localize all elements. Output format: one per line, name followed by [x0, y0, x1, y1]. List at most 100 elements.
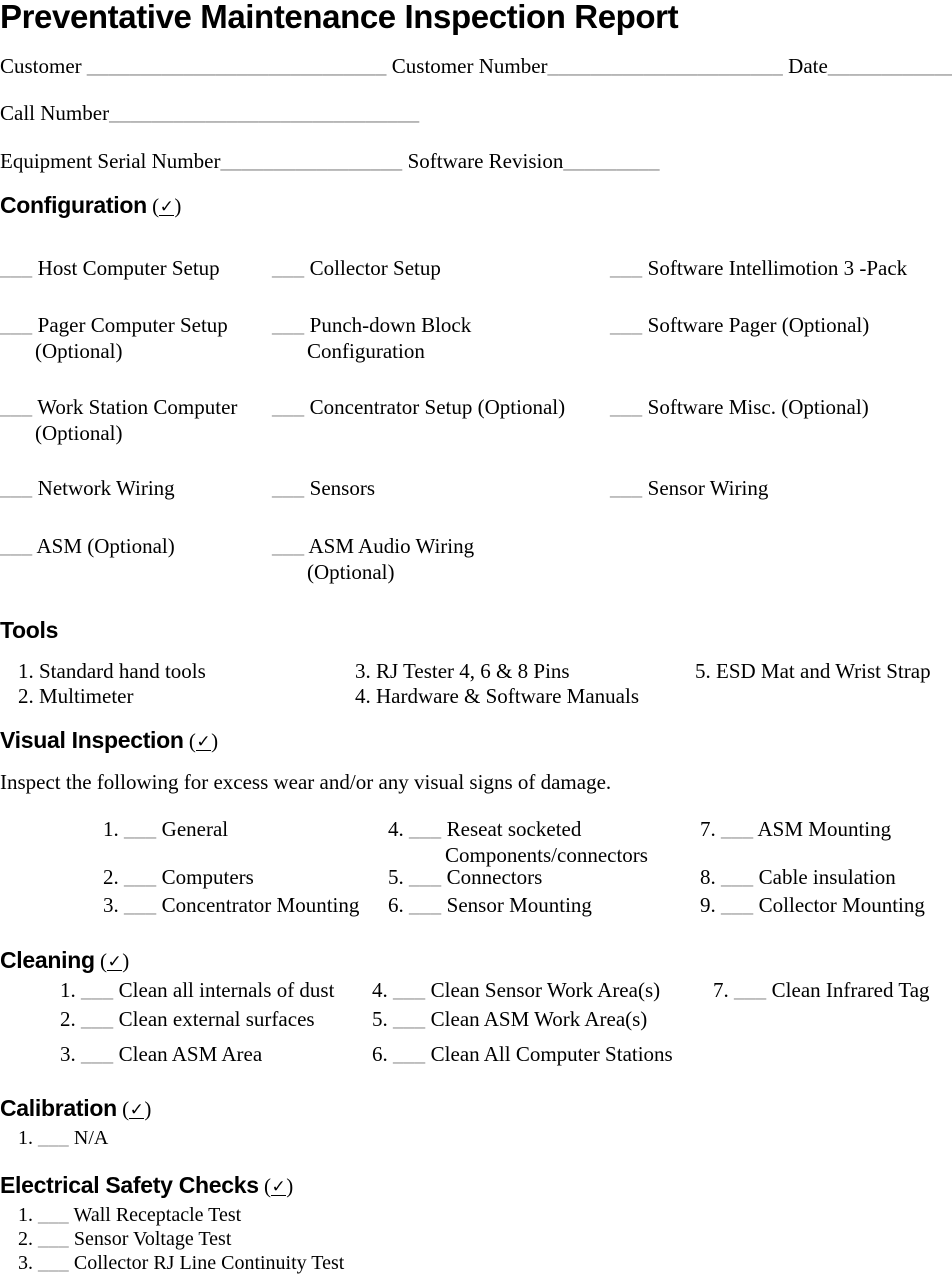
tools-heading-text: Tools	[0, 617, 59, 643]
visual-inspection-checklist-item[interactable]: 5. ___ Connectors	[388, 865, 542, 891]
configuration-checklist-item[interactable]: ___ Punch-down Block Configuration	[272, 313, 471, 364]
cleaning-checklist-item[interactable]: 2. ___ Clean external surfaces	[60, 1007, 315, 1033]
item-number: 5.	[388, 865, 404, 889]
software-revision-blank[interactable]: _________	[563, 149, 659, 173]
configuration-checklist-item[interactable]: ___ Sensor Wiring	[610, 476, 768, 502]
item-number: 2.	[18, 1228, 33, 1250]
configuration-checklist-item[interactable]: ___ Software Misc. (Optional)	[610, 395, 869, 421]
customer-number-label: Customer Number	[391, 54, 548, 78]
checklist-blank[interactable]: ___	[409, 817, 441, 841]
checklist-blank[interactable]: ___	[81, 1007, 113, 1031]
checklist-blank[interactable]: ___	[610, 395, 642, 419]
configuration-item-label: Software Misc. (Optional)	[647, 395, 869, 419]
page-title: Preventative Maintenance Inspection Repo…	[0, 0, 679, 35]
checklist-blank[interactable]: ___	[721, 865, 753, 889]
checklist-blank[interactable]: ___	[81, 978, 113, 1002]
checklist-blank[interactable]: ___	[124, 865, 156, 889]
visual-inspection-checklist-item[interactable]: 3. ___ Concentrator Mounting	[103, 893, 359, 919]
customer-number-blank[interactable]: ______________________	[548, 54, 783, 78]
configuration-checklist-item[interactable]: ___ Collector Setup	[272, 256, 441, 282]
cleaning-checklist-item[interactable]: 1. ___ Clean all internals of dust	[60, 978, 334, 1004]
electrical-safety-checklist-item[interactable]: 2. ___ Sensor Voltage Test	[18, 1227, 231, 1253]
customer-blank[interactable]: ____________________________	[87, 54, 387, 78]
checklist-blank[interactable]: ___	[721, 817, 753, 841]
checklist-blank[interactable]: ___	[272, 256, 304, 280]
cleaning-checklist-item[interactable]: 3. ___ Clean ASM Area	[60, 1042, 262, 1068]
electrical-safety-heading-text: Electrical Safety Checks	[0, 1172, 259, 1198]
checkmark-icon: ✓	[106, 952, 123, 971]
checklist-blank[interactable]: ___	[610, 476, 642, 500]
tools-list-item: 3. RJ Tester 4, 6 & 8 Pins	[355, 659, 570, 683]
cleaning-checklist-item[interactable]: 7. ___ Clean Infrared Tag	[713, 978, 930, 1004]
checklist-blank[interactable]: ___	[38, 1127, 69, 1149]
visual-inspection-checklist-item[interactable]: 2. ___ Computers	[103, 865, 254, 891]
checklist-blank[interactable]: ___	[81, 1042, 113, 1066]
visual-inspection-checklist-item[interactable]: 7. ___ ASM Mounting	[700, 817, 891, 843]
checklist-blank[interactable]: ___	[124, 817, 156, 841]
item-number: 3.	[18, 1252, 33, 1274]
visual-inspection-item-label: Sensor Mounting	[446, 893, 592, 917]
item-number: 2.	[103, 865, 119, 889]
checklist-blank[interactable]: ___	[272, 476, 304, 500]
checklist-blank[interactable]: ___	[124, 893, 156, 917]
checklist-blank[interactable]: ___	[393, 978, 425, 1002]
visual-inspection-checklist-item[interactable]: 4. ___ Reseat socketed Components/connect…	[388, 817, 648, 868]
configuration-checklist-item[interactable]: ___ Pager Computer Setup (Optional)	[0, 313, 228, 364]
checkmark-icon: ✓	[195, 732, 212, 751]
checklist-blank[interactable]: ___	[409, 865, 441, 889]
calibration-checklist-item[interactable]: 1. ___ N/A	[18, 1126, 108, 1152]
section-heading-electrical-safety-checks: Electrical Safety Checks (✓)	[0, 1172, 294, 1198]
visual-inspection-checklist-item[interactable]: 6. ___ Sensor Mounting	[388, 893, 592, 919]
checklist-blank[interactable]: ___	[0, 534, 32, 558]
visual-inspection-item-label: Cable insulation	[758, 865, 896, 889]
cleaning-item-label: Clean ASM Work Area(s)	[430, 1007, 648, 1031]
cleaning-checklist-item[interactable]: 5. ___ Clean ASM Work Area(s)	[372, 1007, 647, 1033]
visual-inspection-checklist-item[interactable]: 9. ___ Collector Mounting	[700, 893, 925, 919]
checklist-blank[interactable]: ___	[610, 313, 642, 337]
checklist-blank[interactable]: ___	[38, 1252, 69, 1274]
cleaning-checklist-item[interactable]: 4. ___ Clean Sensor Work Area(s)	[372, 978, 660, 1004]
calibration-item-label: N/A	[73, 1127, 109, 1149]
checklist-blank[interactable]: ___	[0, 476, 32, 500]
checklist-blank[interactable]: ___	[272, 313, 304, 337]
checklist-blank[interactable]: ___	[393, 1007, 425, 1031]
checklist-blank[interactable]: ___	[38, 1204, 69, 1226]
configuration-checklist-item[interactable]: ___ ASM Audio Wiring (Optional)	[272, 534, 474, 585]
cleaning-checklist-item[interactable]: 6. ___ Clean All Computer Stations	[372, 1042, 673, 1068]
call-number-blank[interactable]: _____________________________	[109, 101, 419, 125]
visual-inspection-checklist-item[interactable]: 8. ___ Cable insulation	[700, 865, 896, 891]
checklist-blank[interactable]: ___	[272, 534, 304, 558]
checklist-blank[interactable]: ___	[734, 978, 766, 1002]
visual-inspection-item-label: Collector Mounting	[758, 893, 925, 917]
configuration-checklist-item[interactable]: ___ Host Computer Setup	[0, 256, 220, 282]
item-number: 6.	[388, 893, 404, 917]
item-number: 8.	[700, 865, 716, 889]
configuration-item-label-cont: (Optional)	[35, 420, 123, 445]
checklist-blank[interactable]: ___	[610, 256, 642, 280]
configuration-checklist-item[interactable]: ___ Software Pager (Optional)	[610, 313, 869, 339]
checklist-blank[interactable]: ___	[38, 1228, 69, 1250]
configuration-checklist-item[interactable]: ___ Work Station Computer (Optional)	[0, 395, 237, 446]
configuration-checklist-item[interactable]: ___ Network Wiring	[0, 476, 175, 502]
checklist-blank[interactable]: ___	[409, 893, 441, 917]
visual-inspection-checklist-item[interactable]: 1. ___ General	[103, 817, 228, 843]
configuration-checklist-item[interactable]: ___ Concentrator Setup (Optional)	[272, 395, 565, 421]
checklist-blank[interactable]: ___	[393, 1042, 425, 1066]
tools-list-item: 2. Multimeter	[18, 684, 134, 708]
electrical-safety-checklist-item[interactable]: 1. ___ Wall Receptacle Test	[18, 1203, 241, 1229]
configuration-checklist-item[interactable]: ___ ASM (Optional)	[0, 534, 175, 560]
configuration-checklist-item[interactable]: ___ Sensors	[272, 476, 375, 502]
checklist-blank[interactable]: ___	[0, 395, 32, 419]
checklist-blank[interactable]: ___	[272, 395, 304, 419]
checklist-blank[interactable]: ___	[0, 256, 32, 280]
configuration-item-label: Collector Setup	[309, 256, 441, 280]
equipment-serial-blank[interactable]: _________________	[220, 149, 402, 173]
item-number: 1.	[103, 817, 119, 841]
configuration-checklist-item[interactable]: ___ Software Intellimotion 3 -Pack	[610, 256, 907, 282]
cleaning-heading-text: Cleaning	[0, 947, 95, 973]
checklist-blank[interactable]: ___	[721, 893, 753, 917]
date-blank[interactable]: ____________	[828, 54, 952, 78]
checklist-blank[interactable]: ___	[0, 313, 32, 337]
configuration-item-label-cont: (Optional)	[35, 338, 123, 363]
section-heading-calibration: Calibration (✓)	[0, 1095, 152, 1121]
